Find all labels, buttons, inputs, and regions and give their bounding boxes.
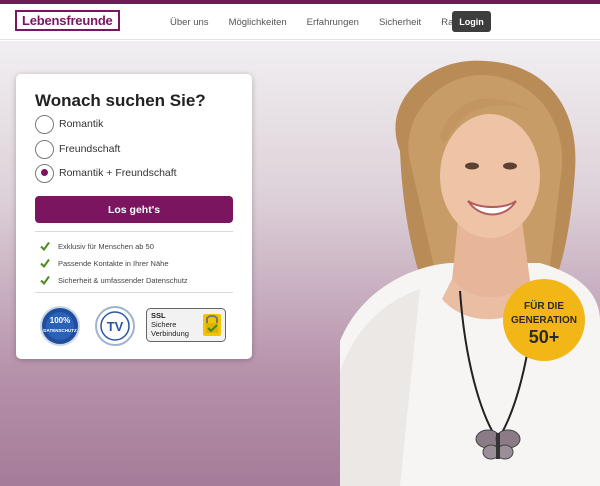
ssl-line3: Verbindung xyxy=(151,329,189,338)
search-card-title: Wonach suchen Sie? xyxy=(35,91,206,110)
ssl-line2: Sichere xyxy=(151,320,176,329)
brand-logo[interactable]: Lebensfreunde xyxy=(15,10,120,31)
datenschutz-seal: 100% DATENSCHUTZ xyxy=(40,306,80,346)
feature-item: Exklusiv für Menschen ab 50 xyxy=(40,240,154,252)
check-icon xyxy=(40,258,50,268)
nav-link-moeglichkeiten[interactable]: Möglichkeiten xyxy=(229,17,287,28)
seal-label: DATENSCHUTZ xyxy=(43,328,77,333)
feature-item: Sicherheit & umfassender Datenschutz xyxy=(40,274,188,286)
tv-seal-label: TV xyxy=(107,319,124,334)
radio-freundschaft[interactable] xyxy=(35,139,54,159)
feature-label: Sicherheit & umfassender Datenschutz xyxy=(58,275,188,285)
feature-label: Passende Kontakte in Ihrer Nähe xyxy=(58,258,169,268)
generation-badge-line1: FÜR DIE xyxy=(524,299,564,312)
option-label-romantik-freundschaft: Romantik + Freundschaft xyxy=(59,167,177,179)
search-card: Wonach suchen Sie? Romantik Freundschaft… xyxy=(16,74,252,359)
check-icon xyxy=(40,241,50,251)
lock-icon xyxy=(203,314,221,336)
login-button[interactable]: Login xyxy=(452,11,491,32)
nav-link-sicherheit[interactable]: Sicherheit xyxy=(379,17,421,28)
radio-romantik-freundschaft[interactable] xyxy=(35,163,54,183)
radio-romantik[interactable] xyxy=(35,114,54,134)
nav-links: Über uns Möglichkeiten Erfahrungen Siche… xyxy=(170,4,500,40)
option-romantik[interactable]: Romantik xyxy=(35,114,103,134)
feature-item: Passende Kontakte in Ihrer Nähe xyxy=(40,257,169,269)
option-freundschaft[interactable]: Freundschaft xyxy=(35,139,120,159)
option-label-romantik: Romantik xyxy=(59,118,104,130)
nav-link-ueber-uns[interactable]: Über uns xyxy=(170,17,209,28)
generation-badge-line3: 50+ xyxy=(529,327,560,347)
navigation-bar: Lebensfreunde Über uns Möglichkeiten Erf… xyxy=(0,4,600,40)
nav-link-erfahrungen[interactable]: Erfahrungen xyxy=(307,17,359,28)
tv-seal: TV xyxy=(95,306,135,346)
feature-label: Exklusiv für Menschen ab 50 xyxy=(58,241,154,251)
divider-bottom xyxy=(35,292,233,293)
option-romantik-freundschaft[interactable]: Romantik + Freundschaft xyxy=(35,163,177,183)
hero-photo xyxy=(340,41,600,486)
divider-top xyxy=(35,231,233,232)
ssl-line1: SSL xyxy=(151,311,166,320)
los-gehts-button[interactable]: Los geht's xyxy=(35,196,233,223)
seal-percent: 100% xyxy=(50,316,70,325)
check-icon xyxy=(40,275,50,285)
generation-badge-line2: GENERATION xyxy=(511,315,577,326)
ssl-badge: SSL Sichere Verbindung xyxy=(146,308,226,342)
option-label-freundschaft: Freundschaft xyxy=(59,143,121,155)
generation-50-plus-badge: FÜR DIE GENERATION 50+ xyxy=(502,278,586,362)
